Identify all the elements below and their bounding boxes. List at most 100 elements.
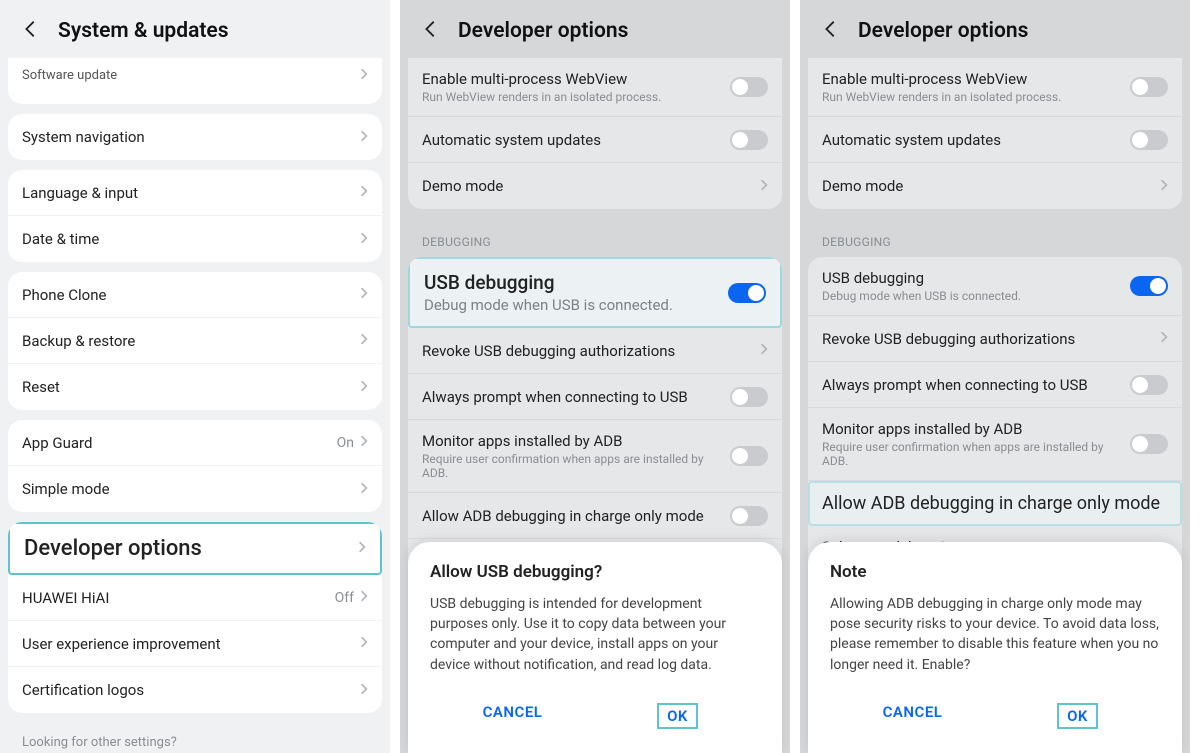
chevron-right-icon — [360, 480, 368, 499]
chevron-right-icon — [760, 177, 768, 196]
content: Software update System navigation Langua… — [0, 58, 390, 753]
ok-button[interactable]: OK — [595, 695, 760, 737]
row-certification-logos[interactable]: Certification logos — [8, 667, 382, 713]
header: Developer options — [400, 0, 790, 58]
row-revoke-usb[interactable]: Revoke USB debugging authorizations — [808, 316, 1182, 362]
row-title: Date & time — [22, 230, 360, 248]
toggle-always-prompt[interactable] — [730, 387, 768, 407]
row-demo-mode[interactable]: Demo mode — [808, 163, 1182, 209]
row-title: Certification logos — [22, 681, 360, 699]
row-title: Demo mode — [822, 177, 1160, 195]
header: Developer options — [800, 0, 1190, 58]
toggle-adb-charge[interactable] — [730, 506, 768, 526]
row-app-guard[interactable]: App Guard On — [8, 420, 382, 466]
row-title: App Guard — [22, 434, 337, 452]
toggle-auto-update[interactable] — [730, 130, 768, 150]
row-system-navigation[interactable]: System navigation — [8, 114, 382, 160]
row-reset[interactable]: Reset — [8, 364, 382, 410]
row-sub: Require user confirmation when apps are … — [822, 440, 1130, 468]
row-sub: Require user confirmation when apps are … — [422, 452, 730, 480]
toggle-webview[interactable] — [1130, 77, 1168, 97]
ok-highlight: OK — [657, 703, 698, 729]
row-software-update[interactable]: Software update — [8, 58, 382, 104]
row-demo-mode[interactable]: Demo mode — [408, 163, 782, 209]
row-title: Demo mode — [422, 177, 760, 195]
chevron-right-icon — [360, 681, 368, 700]
row-title: User experience improvement — [22, 635, 360, 653]
row-developer-options[interactable]: Developer options — [8, 522, 382, 575]
row-title: System navigation — [22, 128, 360, 146]
row-title: Revoke USB debugging authorizations — [822, 330, 1160, 348]
card: Enable multi-process WebView Run WebView… — [408, 58, 782, 209]
row-webview[interactable]: Enable multi-process WebView Run WebView… — [408, 58, 782, 117]
chevron-right-icon — [360, 588, 368, 607]
card: System navigation — [8, 114, 382, 160]
toggle-usb-debugging[interactable] — [1130, 276, 1168, 296]
dialog-buttons: CANCEL OK — [830, 695, 1160, 737]
footer-note: Looking for other settings? Accessibilit… — [8, 723, 382, 753]
row-title: Language & input — [22, 184, 360, 202]
toggle-usb-debugging[interactable] — [728, 283, 766, 303]
row-huawei-hiai[interactable]: HUAWEI HiAI Off — [8, 575, 382, 621]
toggle-webview[interactable] — [730, 77, 768, 97]
toggle-monitor-adb[interactable] — [1130, 434, 1168, 454]
row-always-prompt[interactable]: Always prompt when connecting to USB — [808, 362, 1182, 408]
chevron-right-icon — [1160, 177, 1168, 196]
screen-developer-options-2: Developer options Enable multi-process W… — [800, 0, 1190, 753]
row-title: Enable multi-process WebView — [422, 70, 730, 88]
chevron-right-icon — [358, 539, 366, 558]
row-title: Reset — [22, 378, 360, 396]
screen-system-updates: System & updates Software update System … — [0, 0, 390, 753]
page-title: Developer options — [858, 19, 1028, 43]
chevron-right-icon — [360, 183, 368, 202]
row-title: Enable multi-process WebView — [822, 70, 1130, 88]
page-title: System & updates — [58, 19, 229, 43]
row-date-time[interactable]: Date & time — [8, 216, 382, 262]
row-user-experience[interactable]: User experience improvement — [8, 621, 382, 667]
row-sub: Run WebView renders in an isolated proce… — [822, 90, 1130, 104]
toggle-always-prompt[interactable] — [1130, 375, 1168, 395]
ok-highlight: OK — [1057, 703, 1098, 729]
dialog-title: Note — [830, 562, 1160, 582]
row-title: USB debugging — [822, 269, 1130, 287]
row-usb-debugging[interactable]: USB debugging Debug mode when USB is con… — [808, 257, 1182, 316]
row-title: Developer options — [24, 536, 358, 561]
card: Phone Clone Backup & restore Reset — [8, 272, 382, 410]
row-revoke-usb[interactable]: Revoke USB debugging authorizations — [408, 328, 782, 374]
row-title: HUAWEI HiAI — [22, 589, 335, 607]
row-simple-mode[interactable]: Simple mode — [8, 466, 382, 512]
row-adb-charge-only-highlight[interactable]: Allow ADB debugging in charge only mode — [808, 481, 1182, 526]
chevron-right-icon — [360, 230, 368, 249]
back-arrow-icon[interactable] — [420, 18, 442, 44]
section-label-debugging: DEBUGGING — [408, 219, 782, 257]
row-usb-debugging[interactable]: USB debugging Debug mode when USB is con… — [408, 257, 782, 328]
back-arrow-icon[interactable] — [20, 18, 42, 44]
toggle-auto-update[interactable] — [1130, 130, 1168, 150]
row-monitor-adb[interactable]: Monitor apps installed by ADB Require us… — [408, 420, 782, 493]
dialog-body: Allowing ADB debugging in charge only mo… — [830, 594, 1160, 675]
row-title: Always prompt when connecting to USB — [422, 388, 730, 406]
row-language-input[interactable]: Language & input — [8, 170, 382, 216]
row-always-prompt[interactable]: Always prompt when connecting to USB — [408, 374, 782, 420]
row-webview[interactable]: Enable multi-process WebView Run WebView… — [808, 58, 1182, 117]
ok-button[interactable]: OK — [995, 695, 1160, 737]
row-monitor-adb[interactable]: Monitor apps installed by ADB Require us… — [808, 408, 1182, 481]
row-auto-system-updates[interactable]: Automatic system updates — [808, 117, 1182, 163]
row-phone-clone[interactable]: Phone Clone — [8, 272, 382, 318]
row-value: On — [337, 435, 354, 451]
chevron-right-icon — [1160, 329, 1168, 348]
section-label-debugging: DEBUGGING — [808, 219, 1182, 257]
row-auto-system-updates[interactable]: Automatic system updates — [408, 117, 782, 163]
row-title: Monitor apps installed by ADB — [822, 420, 1130, 438]
back-arrow-icon[interactable] — [820, 18, 842, 44]
card: Software update — [8, 58, 382, 104]
row-adb-charge-only[interactable]: Allow ADB debugging in charge only mode — [408, 493, 782, 539]
row-backup-restore[interactable]: Backup & restore — [8, 318, 382, 364]
chevron-right-icon — [360, 634, 368, 653]
toggle-monitor-adb[interactable] — [730, 446, 768, 466]
cancel-button[interactable]: CANCEL — [830, 695, 995, 737]
cancel-button[interactable]: CANCEL — [430, 695, 595, 737]
row-title: Revoke USB debugging authorizations — [422, 342, 760, 360]
row-title: Allow ADB debugging in charge only mode — [822, 493, 1168, 514]
row-title: Automatic system updates — [422, 131, 730, 149]
